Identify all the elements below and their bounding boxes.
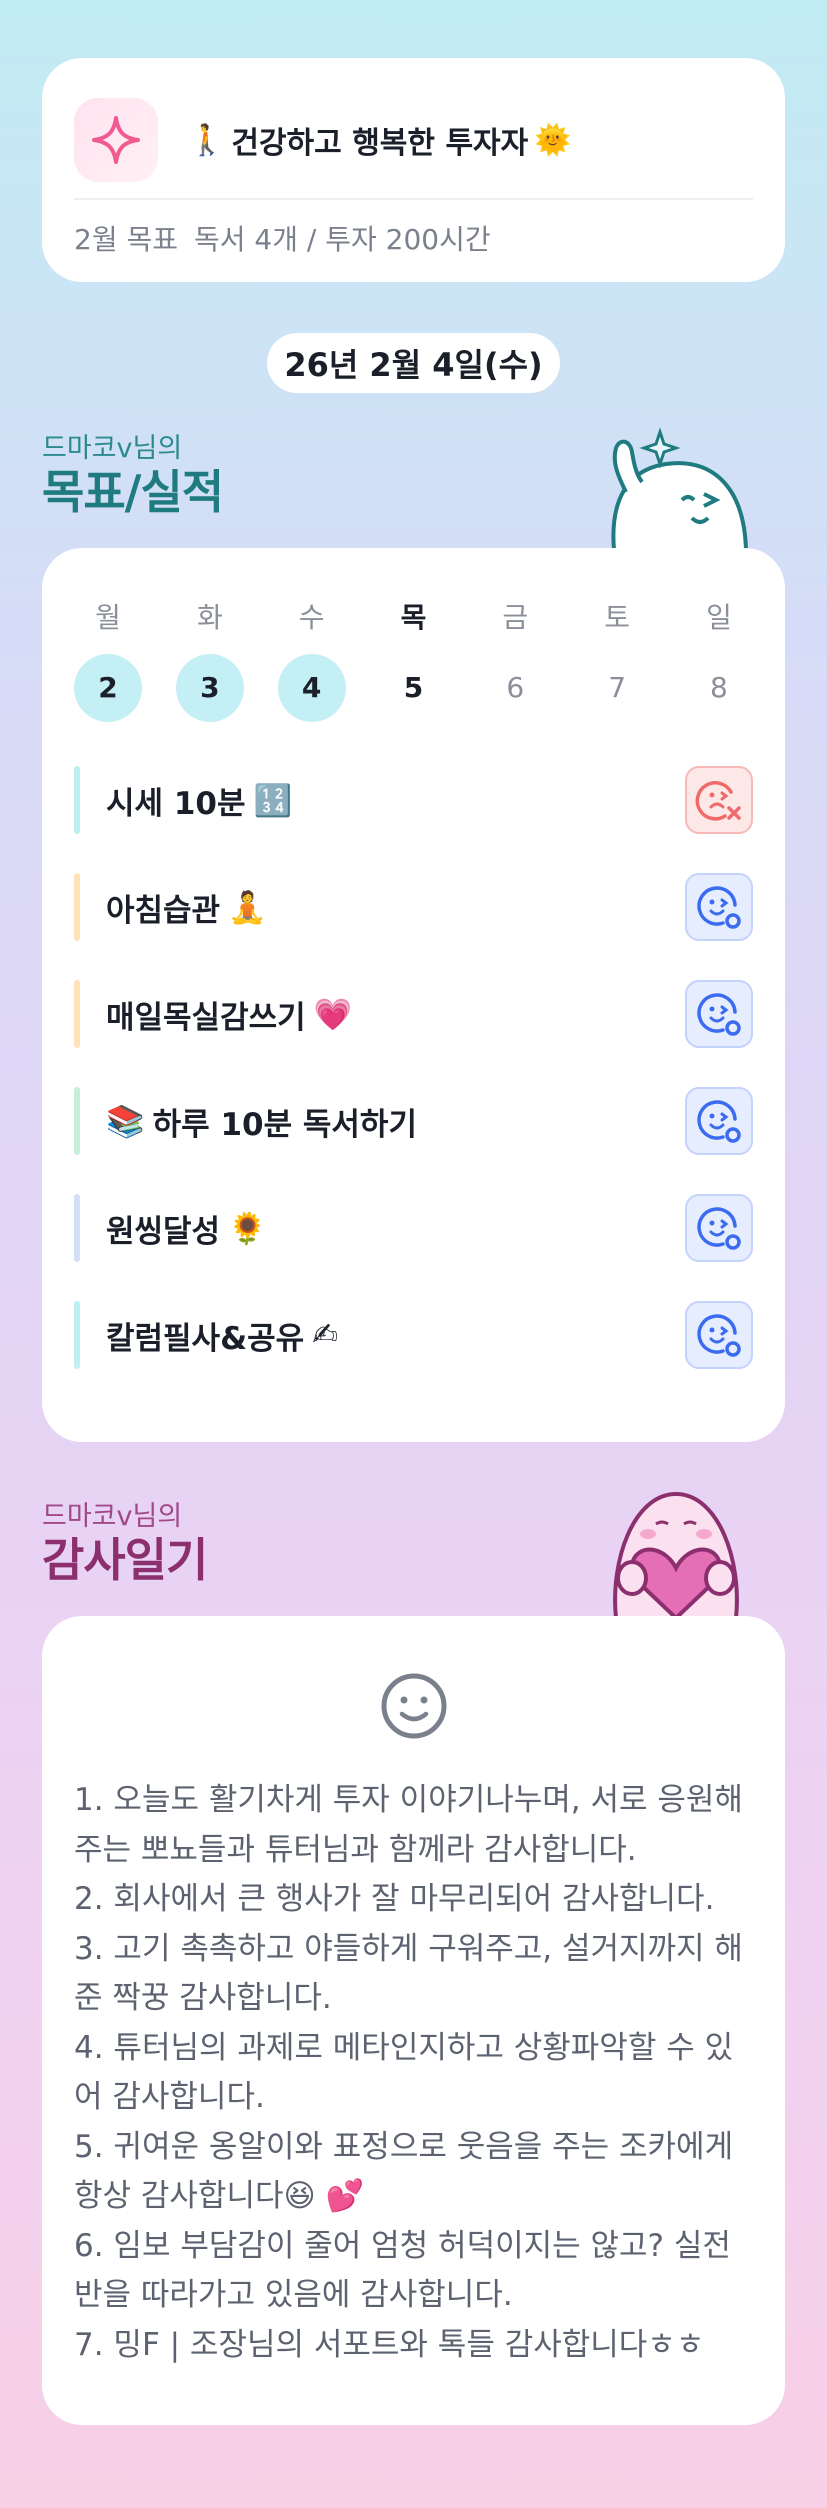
habit-bar [74, 873, 80, 941]
habit-bar [74, 1301, 80, 1369]
habit-label-text: 아침습관 [106, 892, 221, 929]
weekday-fri: 금 [502, 601, 529, 634]
date-8[interactable]: 8 [685, 654, 753, 722]
success-status-icon[interactable] [685, 980, 753, 1048]
habit-label: 칼럼필사&공유 ✍ [106, 1313, 685, 1358]
gratitude-list: 1. 오늘도 활기차게 투자 이야기나누며, 서로 응원해주는 뽀뇨들과 튜터님… [74, 1776, 755, 2370]
habit-label: 아침습관 🧘 [106, 885, 685, 930]
walking-person-icon: 🚶 [188, 122, 226, 158]
profile-title: 🚶 건강하고 행복한 투자자 🌞 [188, 114, 572, 166]
date-7[interactable]: 7 [583, 654, 651, 722]
profile-card: 🚶 건강하고 행복한 투자자 🌞 2월 목표 독서 4개 / 투자 200시간 [42, 58, 785, 282]
habit-row[interactable]: 칼럼필사&공유 ✍ [74, 1301, 753, 1369]
heart-icon: 💗 [313, 996, 353, 1033]
success-status-icon[interactable] [685, 873, 753, 941]
success-status-icon[interactable] [685, 1087, 753, 1155]
smiley-icon [381, 1673, 447, 1739]
weekday-mon: 월 [95, 601, 121, 634]
habit-label-text: 시세 10분 [106, 785, 246, 822]
gratitude-item: 2. 회사에서 큰 행사가 잘 마무리되어 감사합니다. [74, 1881, 715, 1917]
meditation-icon: 🧘 [228, 889, 267, 926]
habit-row[interactable]: 아침습관 🧘 [74, 873, 753, 941]
goal-text: 독서 4개 / 투자 200시간 [194, 223, 491, 256]
habit-label-text: 원씽달성 [106, 1213, 221, 1250]
weekday-sat: 토 [604, 601, 631, 634]
weekday-wed: 수 [298, 601, 325, 634]
gratitude-title: 감사일기 [42, 1533, 208, 1587]
habit-label: 시세 10분 🔢 [106, 778, 685, 823]
week-dates: 2 3 4 5 6 7 8 [74, 654, 753, 722]
date-6[interactable]: 6 [481, 654, 549, 722]
habit-row[interactable]: 원씽달성 🌻 [74, 1194, 753, 1262]
habit-label-text: 매일목실감쓰기 [106, 999, 306, 1036]
sunflower-icon: 🌻 [228, 1210, 267, 1247]
profile-title-text: 건강하고 행복한 투자자 [231, 126, 529, 161]
habit-label: 📚 하루 10분 독서하기 [106, 1099, 685, 1144]
weekday-thu: 목 [400, 601, 427, 634]
goals-card: 월 화 수 목 금 토 일 2 3 4 5 6 7 8 시세 10분 🔢 아침습… [42, 548, 785, 1442]
gratitude-item: 4. 튜터님의 과제로 메타인지하고 상황파악할 수 있어 감사합니다. [74, 2029, 734, 2116]
date-2[interactable]: 2 [74, 654, 142, 722]
habit-row[interactable]: 매일목실감쓰기 💗 [74, 980, 753, 1048]
ghost-mascot-icon [611, 427, 749, 550]
gratitude-item: 5. 귀여운 옹알이와 표정으로 웃음을 주는 조카에게 항상 감사합니다😆 💕 [74, 2128, 734, 2215]
goals-title: 목표/실적 [42, 465, 224, 519]
success-status-icon[interactable] [685, 1194, 753, 1262]
sparkle-icon [74, 98, 158, 182]
weekday-labels: 월 화 수 목 금 토 일 [74, 598, 753, 638]
heart-mascot-icon [613, 1491, 739, 1618]
books-icon: 📚 [106, 1103, 145, 1140]
habit-label-text: 하루 10분 독서하기 [152, 1106, 417, 1143]
sun-icon: 🌞 [534, 122, 572, 158]
habit-label-text: 칼럼필사&공유 [106, 1320, 305, 1357]
gratitude-item: 6. 임보 부담감이 줄어 엄청 허덕이지는 않고? 실전반을 따라가고 있음에… [74, 2227, 731, 2314]
writing-hand-icon: ✍ [312, 1317, 339, 1353]
weekday-sun: 일 [706, 601, 732, 634]
fail-status-icon[interactable] [685, 766, 753, 834]
divider [74, 198, 753, 200]
habit-row[interactable]: 📚 하루 10분 독서하기 [74, 1087, 753, 1155]
date-5[interactable]: 5 [379, 654, 447, 722]
habit-label: 매일목실감쓰기 💗 [106, 992, 685, 1037]
gratitude-item: 3. 고기 촉촉하고 야들하게 구워주고, 설거지까지 해준 짝꿍 감사합니다. [74, 1930, 743, 2017]
gratitude-card: 1. 오늘도 활기차게 투자 이야기나누며, 서로 응원해주는 뽀뇨들과 튜터님… [42, 1616, 785, 2425]
habit-bar [74, 1194, 80, 1262]
habit-row[interactable]: 시세 10분 🔢 [74, 766, 753, 834]
date-3[interactable]: 3 [175, 654, 244, 722]
habit-bar [74, 980, 80, 1048]
success-status-icon[interactable] [685, 1301, 753, 1369]
date-pill[interactable]: 26년 2월 4일(수) [267, 333, 560, 393]
goal-label: 2월 목표 [74, 223, 178, 256]
weekday-tue: 화 [196, 601, 223, 634]
date-4[interactable]: 4 [277, 654, 346, 722]
habit-label: 원씽달성 🌻 [106, 1206, 685, 1251]
monthly-goal: 2월 목표 독서 4개 / 투자 200시간 [74, 216, 491, 260]
gratitude-item: 1. 오늘도 활기차게 투자 이야기나누며, 서로 응원해주는 뽀뇨들과 튜터님… [74, 1782, 743, 1868]
number-icon: 🔢 [253, 782, 293, 819]
gratitude-item: 7. 밍F | 조장님의 서포트와 톡들 감사합니다ㅎㅎ [74, 2326, 705, 2363]
habit-bar [74, 766, 80, 834]
habit-bar [74, 1087, 80, 1155]
